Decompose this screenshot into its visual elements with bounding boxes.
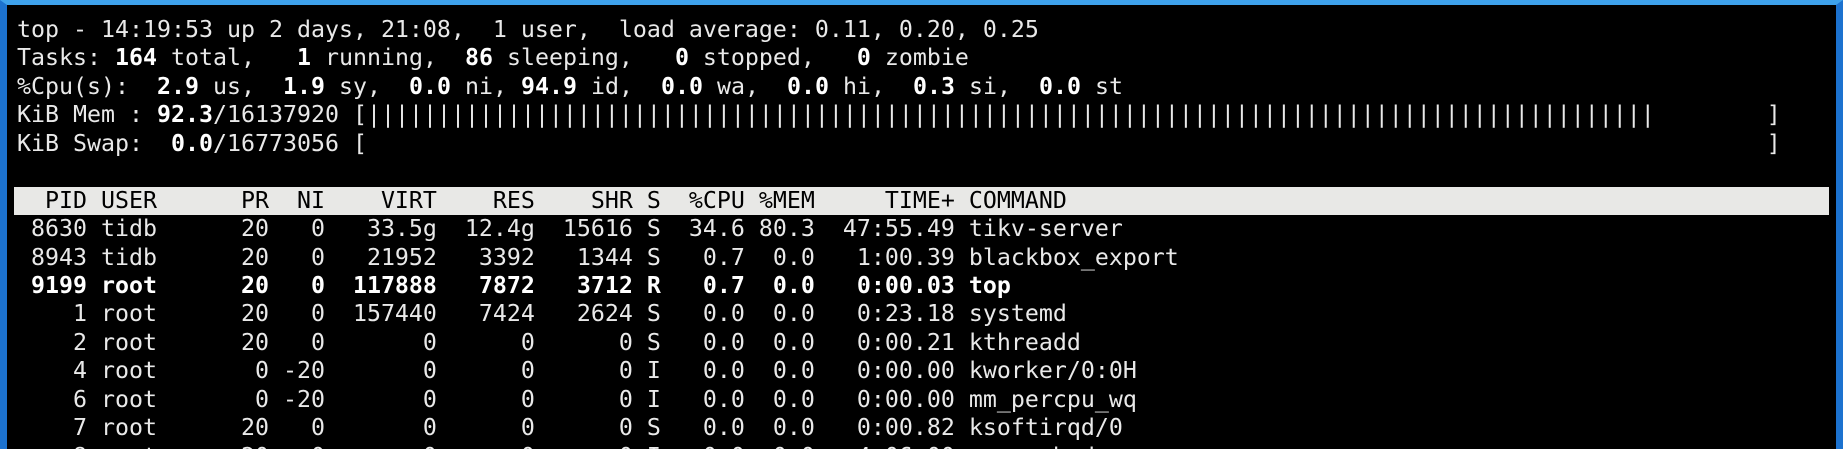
process-row-pid-9199: 9199 root 20 0 117888 7872 3712 R 0.7 0.… <box>17 271 1011 299</box>
process-row-pid-8630: 8630 tidb 20 0 33.5g 12.4g 15616 S 34.6 … <box>17 215 1123 243</box>
process-row-pid-4: 4 root 0 -20 0 0 0 I 0.0 0.0 0:00.00 kwo… <box>17 357 1137 385</box>
mem-gauge: [|||||||||||||||||||||||||||||||||||||||… <box>352 101 1781 129</box>
process-row-pid-8: 8 root 20 0 0 0 0 I 0.0 0.0 4:06.00 rcu_… <box>17 443 1829 449</box>
process-row-pid-6: 6 root 0 -20 0 0 0 I 0.0 0.0 0:00.00 mm_… <box>17 385 1137 413</box>
terminal-screen[interactable]: top - 14:19:53 up 2 days, 21:08, 1 user,… <box>14 10 1829 449</box>
process-row-pid-2: 2 root 20 0 0 0 0 S 0.0 0.0 0:00.21 kthr… <box>17 328 1081 356</box>
process-row-pid-1: 1 root 20 0 157440 7424 2624 S 0.0 0.0 0… <box>17 300 1067 328</box>
process-table-rows: 8630 tidb 20 0 33.5g 12.4g 15616 S 34.6 … <box>17 215 1829 449</box>
mem-line: KiB Mem : 92.3/16137920 [|||||||||||||||… <box>17 101 1781 129</box>
process-row-pid-8943: 8943 tidb 20 0 21952 3392 1344 S 0.7 0.0… <box>17 243 1179 271</box>
top-summary-area: top - 14:19:53 up 2 days, 21:08, 1 user,… <box>17 16 1829 158</box>
process-table-header: PID USER PR NI VIRT RES SHR S %CPU %MEM … <box>14 186 1829 216</box>
process-row-pid-7: 7 root 20 0 0 0 0 S 0.0 0.0 0:00.82 ksof… <box>17 414 1123 442</box>
swap-line: KiB Swap: 0.0/16773056 [ ] <box>17 129 1781 157</box>
uptime-line: top - 14:19:53 up 2 days, 21:08, 1 user,… <box>17 16 1039 43</box>
cpu-line: %Cpu(s): 2.9 us, 1.9 sy, 0.0 ni, 94.9 id… <box>17 72 1123 100</box>
swap-gauge: [ ] <box>352 129 1781 157</box>
terminal-window-frame: top - 14:19:53 up 2 days, 21:08, 1 user,… <box>0 0 1843 449</box>
tasks-line: Tasks: 164 total, 1 running, 86 sleeping… <box>17 44 969 72</box>
